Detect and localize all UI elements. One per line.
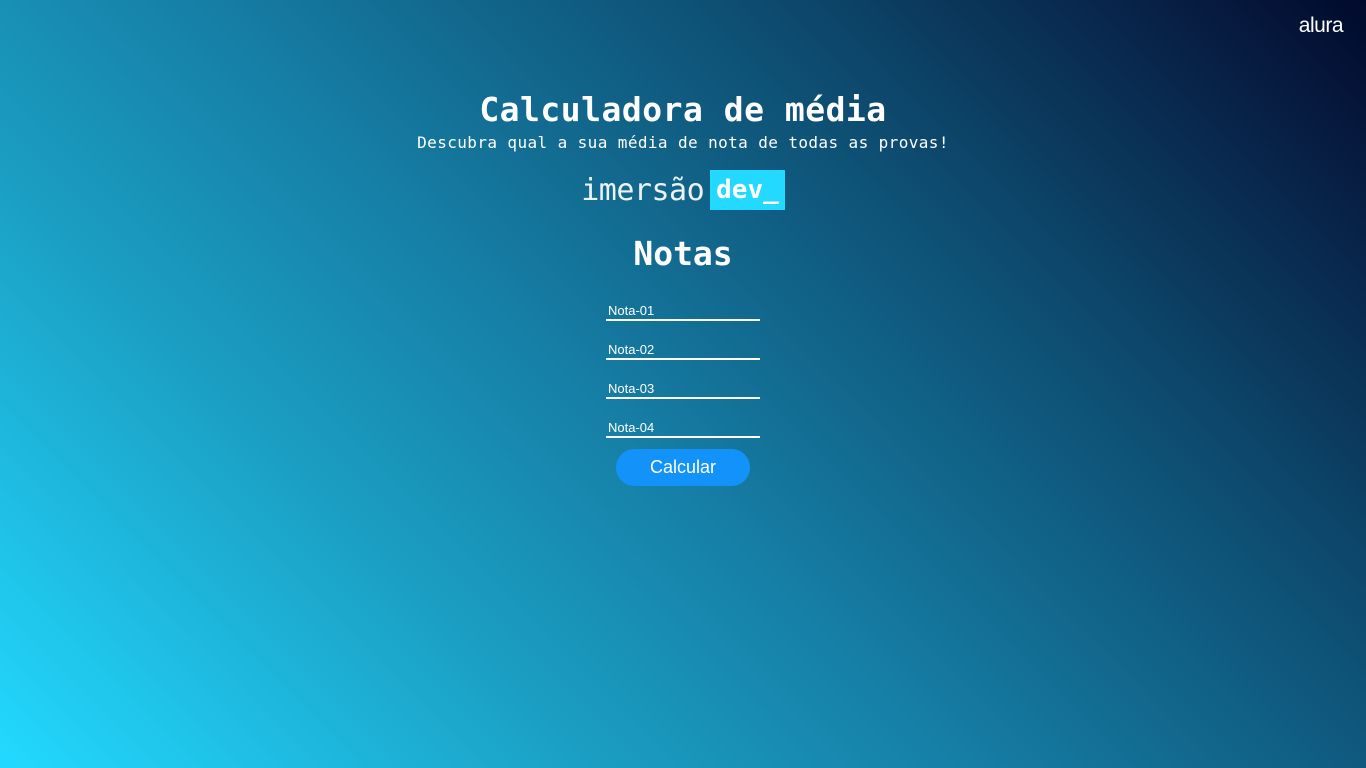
calculate-button[interactable]: Calcular [616, 449, 750, 486]
grade-4-input[interactable] [606, 419, 760, 438]
grade-1-input[interactable] [606, 302, 760, 321]
section-title-notas: Notas [633, 234, 733, 273]
grades-form: Calcular [606, 302, 760, 486]
page-subtitle: Descubra qual a sua média de nota de tod… [417, 133, 949, 152]
grade-2-input[interactable] [606, 341, 760, 360]
alura-logo: alura [1298, 14, 1344, 37]
page-title: Calculadora de média [479, 90, 887, 129]
imersao-logo-word: imersão [581, 172, 705, 208]
imersao-logo-dev: dev_ [710, 170, 785, 210]
imersao-dev-logo: imersão dev_ [581, 170, 785, 210]
calculator-main: Calculadora de média Descubra qual a sua… [0, 88, 1366, 486]
grade-3-input[interactable] [606, 380, 760, 399]
